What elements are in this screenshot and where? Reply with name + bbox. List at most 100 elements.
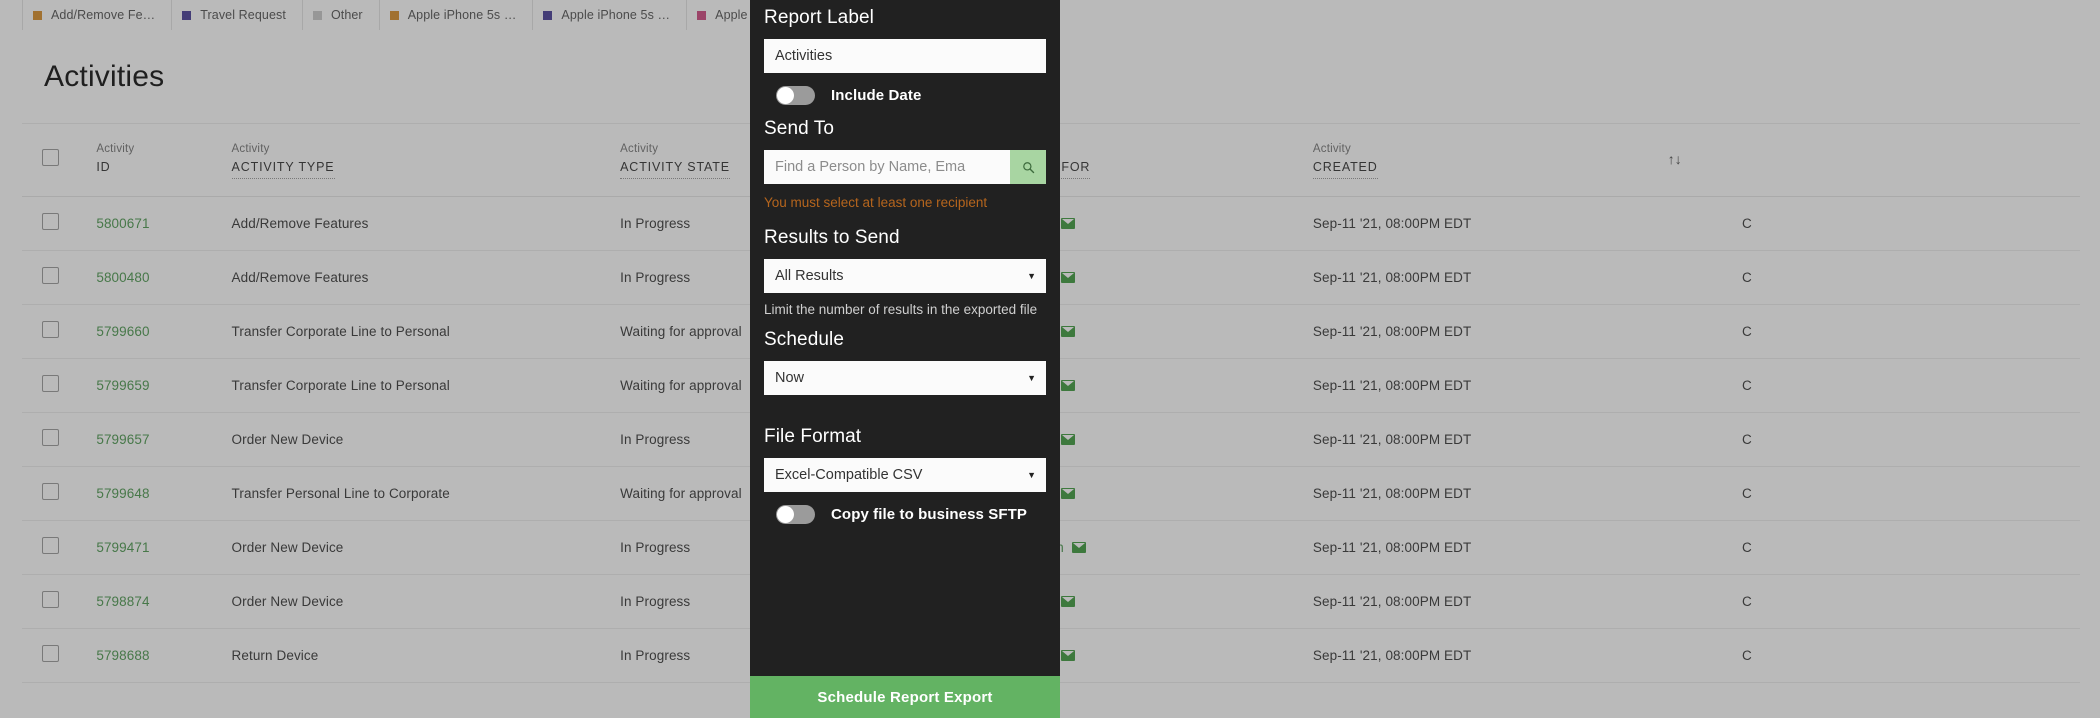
cell-spacer bbox=[1667, 466, 1743, 521]
legend-item[interactable]: Add/Remove Fe… bbox=[22, 0, 173, 30]
file-format-group: Excel-Compatible CSV ▼ bbox=[764, 458, 1046, 492]
column-sort-toggle[interactable]: ↑↓ bbox=[1667, 124, 1743, 197]
results-to-send-label: Results to Send bbox=[764, 227, 900, 248]
results-to-send-select[interactable]: All Results bbox=[764, 259, 1046, 293]
row-checkbox[interactable] bbox=[42, 429, 59, 446]
report-label-input[interactable] bbox=[764, 39, 1046, 73]
schedule-report-export-button[interactable]: Schedule Report Export bbox=[750, 676, 1060, 718]
row-checkbox[interactable] bbox=[42, 213, 59, 230]
legend-item[interactable]: Apple iPhone 5s … bbox=[380, 0, 534, 30]
cell-activity-type: Order New Device bbox=[231, 574, 621, 629]
envelope-icon[interactable] bbox=[1061, 595, 1076, 607]
cell-spacer bbox=[1667, 412, 1743, 467]
cell-obscured: C bbox=[1742, 466, 2080, 521]
row-select-cell[interactable] bbox=[22, 520, 97, 575]
cell-obscured: C bbox=[1742, 520, 2080, 575]
cell-obscured: C bbox=[1742, 304, 2080, 359]
cell-spacer bbox=[1667, 358, 1743, 413]
row-checkbox[interactable] bbox=[42, 483, 59, 500]
select-all-checkbox[interactable] bbox=[42, 148, 59, 166]
row-checkbox[interactable] bbox=[42, 537, 59, 554]
legend-color-swatch bbox=[182, 10, 192, 20]
activity-id-link[interactable]: 5798688 bbox=[96, 648, 149, 663]
activity-id-link[interactable]: 5798874 bbox=[96, 594, 149, 609]
envelope-icon[interactable] bbox=[1061, 271, 1076, 283]
cell-activity-type: Transfer Personal Line to Corporate bbox=[231, 466, 621, 521]
row-select-cell[interactable] bbox=[22, 412, 97, 467]
row-select-cell[interactable] bbox=[22, 250, 97, 305]
column-header-id[interactable]: Activity ID bbox=[96, 124, 232, 197]
cell-activity-created: Sep-11 '21, 08:00PM EDT bbox=[1312, 574, 1668, 629]
sftp-label: Copy file to business SFTP bbox=[831, 505, 1027, 523]
send-to-input[interactable] bbox=[764, 150, 1010, 184]
column-header-created[interactable]: Activity CREATED bbox=[1312, 124, 1668, 197]
row-select-cell[interactable] bbox=[22, 628, 97, 683]
schedule-group: Now ▼ bbox=[764, 361, 1046, 395]
activity-id-link[interactable]: 5799471 bbox=[96, 540, 149, 555]
cell-spacer bbox=[1667, 196, 1743, 251]
app-stage: Add/Remove Fe… Travel Request Other Apple i… bbox=[0, 0, 2100, 718]
column-supertitle: Activity bbox=[231, 142, 270, 155]
column-title: CREATED bbox=[1312, 158, 1378, 179]
row-checkbox[interactable] bbox=[42, 375, 59, 392]
cell-obscured: C bbox=[1742, 250, 2080, 305]
row-checkbox[interactable] bbox=[42, 645, 59, 662]
row-checkbox[interactable] bbox=[42, 321, 59, 338]
cell-spacer bbox=[1667, 628, 1743, 683]
cell-spacer bbox=[1667, 574, 1743, 629]
column-supertitle: Activity bbox=[1312, 142, 1351, 155]
send-to-search-button[interactable] bbox=[1010, 150, 1046, 184]
select-all-header[interactable] bbox=[22, 124, 97, 197]
activity-id-link[interactable]: 5799660 bbox=[96, 324, 149, 339]
cell-activity-type: Return Device bbox=[231, 628, 621, 683]
envelope-icon[interactable] bbox=[1061, 433, 1076, 445]
cell-activity-type: Add/Remove Features bbox=[231, 196, 621, 251]
legend-item[interactable]: Travel Request bbox=[172, 0, 303, 30]
report-export-drawer: Report Label Include Date Send To You mu… bbox=[750, 0, 1060, 718]
cell-activity-type: Transfer Corporate Line to Personal bbox=[231, 358, 621, 413]
legend-item-label: Apple iPhone 5s … bbox=[561, 8, 671, 22]
cell-obscured: C bbox=[1742, 628, 2080, 683]
file-format-select[interactable]: Excel-Compatible CSV bbox=[764, 458, 1046, 492]
schedule-select[interactable]: Now bbox=[764, 361, 1046, 395]
envelope-icon[interactable] bbox=[1061, 379, 1076, 391]
row-select-cell[interactable] bbox=[22, 304, 97, 359]
row-select-cell[interactable] bbox=[22, 358, 97, 413]
envelope-icon[interactable] bbox=[1061, 487, 1076, 499]
activity-id-link[interactable]: 5799657 bbox=[96, 432, 149, 447]
file-format-label: File Format bbox=[764, 426, 862, 447]
row-checkbox[interactable] bbox=[42, 267, 59, 284]
legend-color-swatch bbox=[543, 10, 553, 20]
activity-id-link[interactable]: 5799659 bbox=[96, 378, 149, 393]
cell-activity-created: Sep-11 '21, 08:00PM EDT bbox=[1312, 520, 1668, 575]
envelope-icon[interactable] bbox=[1061, 325, 1076, 337]
cell-activity-id: 5799657 bbox=[96, 412, 232, 467]
cell-activity-id: 5800671 bbox=[96, 196, 232, 251]
activity-id-link[interactable]: 5799648 bbox=[96, 486, 149, 501]
legend-item[interactable]: Apple iPhone 5s … bbox=[533, 0, 688, 30]
envelope-icon[interactable] bbox=[1061, 649, 1076, 661]
column-header-activity-type[interactable]: Activity ACTIVITY TYPE bbox=[231, 124, 621, 197]
cell-obscured: C bbox=[1742, 358, 2080, 413]
activity-id-link[interactable]: 5800671 bbox=[96, 216, 149, 231]
sftp-toggle[interactable] bbox=[776, 504, 815, 524]
legend-item[interactable]: Other bbox=[303, 0, 380, 30]
cell-activity-created: Sep-11 '21, 08:00PM EDT bbox=[1312, 304, 1668, 359]
cell-activity-id: 5799471 bbox=[96, 520, 232, 575]
sftp-row[interactable]: Copy file to business SFTP bbox=[764, 492, 1046, 536]
cell-activity-type: Order New Device bbox=[231, 412, 621, 467]
column-header-obscured bbox=[1742, 124, 2080, 197]
legend-item-label: Travel Request bbox=[200, 8, 286, 22]
envelope-icon[interactable] bbox=[1061, 217, 1076, 229]
include-date-row[interactable]: Include Date bbox=[764, 73, 1046, 117]
column-title: ACTIVITY STATE bbox=[620, 158, 730, 179]
include-date-toggle[interactable] bbox=[776, 85, 815, 105]
row-select-cell[interactable] bbox=[22, 196, 97, 251]
row-select-cell[interactable] bbox=[22, 466, 97, 521]
row-select-cell[interactable] bbox=[22, 574, 97, 629]
cell-obscured: C bbox=[1742, 196, 2080, 251]
row-checkbox[interactable] bbox=[42, 591, 59, 608]
activity-id-link[interactable]: 5800480 bbox=[96, 270, 149, 285]
sort-arrows-icon[interactable]: ↑↓ bbox=[1668, 152, 1682, 166]
envelope-icon[interactable] bbox=[1071, 541, 1086, 553]
